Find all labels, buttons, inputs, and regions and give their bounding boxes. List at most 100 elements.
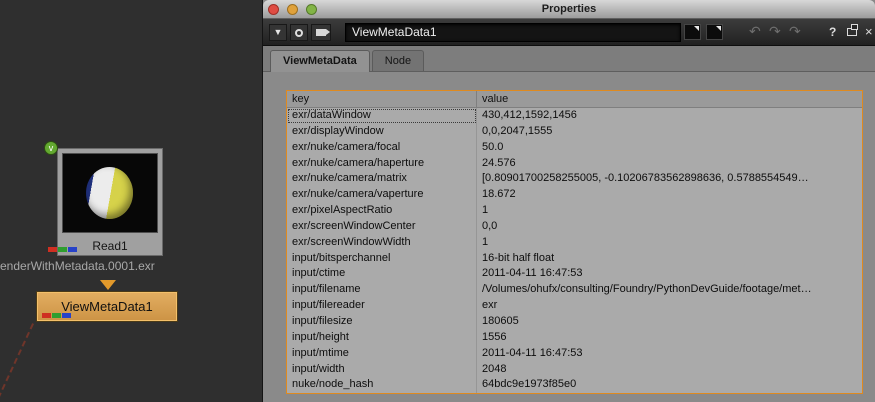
- meta-value-cell[interactable]: 2011-04-11 16:47:53: [477, 266, 862, 282]
- zoom-window-button[interactable]: [306, 4, 317, 15]
- blue-channel-icon: [68, 247, 77, 252]
- column-header-value[interactable]: value: [477, 91, 862, 107]
- table-row[interactable]: exr/screenWindowCenter0,0: [287, 219, 862, 235]
- float-panel-inner-icon: [851, 24, 858, 30]
- table-row[interactable]: exr/screenWindowWidth1: [287, 235, 862, 251]
- table-row[interactable]: exr/nuke/camera/focal50.0: [287, 140, 862, 156]
- read-node-channel-strip: [48, 247, 77, 252]
- meta-key-cell[interactable]: exr/nuke/camera/vaperture: [287, 187, 477, 203]
- center-node-button[interactable]: [311, 24, 331, 41]
- meta-value-cell[interactable]: 24.576: [477, 156, 862, 172]
- meta-value-cell[interactable]: 0,0: [477, 219, 862, 235]
- table-row[interactable]: input/ctime2011-04-11 16:47:53: [287, 266, 862, 282]
- tab-bar: ViewMetaData Node: [263, 46, 875, 72]
- close-panel-button[interactable]: ×: [865, 24, 873, 39]
- table-row[interactable]: input/filename/Volumes/ohufx/consulting/…: [287, 282, 862, 298]
- thumbnail-ball-image: [86, 167, 133, 219]
- read-node[interactable]: Read1: [57, 148, 163, 256]
- panel-header: ▼ ViewMetaData1 ↶ ↷ ↷ ? ×: [263, 19, 875, 46]
- table-row[interactable]: input/mtime2011-04-11 16:47:53: [287, 346, 862, 362]
- read-node-thumbnail: [62, 153, 158, 233]
- table-row[interactable]: input/bitsperchannel16-bit half float: [287, 251, 862, 267]
- meta-value-cell[interactable]: 2048: [477, 362, 862, 378]
- node-color-swatch[interactable]: [684, 24, 701, 40]
- table-row[interactable]: input/height1556: [287, 330, 862, 346]
- meta-key-cell[interactable]: exr/screenWindowCenter: [287, 219, 477, 235]
- table-row[interactable]: exr/nuke/camera/haperture24.576: [287, 156, 862, 172]
- gl-color-swatch[interactable]: [706, 24, 723, 40]
- panel-menu-button[interactable]: ▼: [269, 24, 287, 41]
- column-header-key[interactable]: key: [287, 91, 477, 107]
- meta-key-cell[interactable]: input/bitsperchannel: [287, 251, 477, 267]
- meta-value-cell[interactable]: 1: [477, 203, 862, 219]
- tab-viewmetadata[interactable]: ViewMetaData: [270, 50, 370, 72]
- node-graph[interactable]: Read1 v enderWithMetadata.0001.exr ViewM…: [0, 0, 263, 402]
- meta-value-cell[interactable]: [0.80901700258255005, -0.102067835628986…: [477, 171, 862, 187]
- meta-value-cell[interactable]: 2011-04-11 16:47:53: [477, 346, 862, 362]
- meta-key-cell[interactable]: exr/pixelAspectRatio: [287, 203, 477, 219]
- meta-value-cell[interactable]: 18.672: [477, 187, 862, 203]
- meta-key-cell[interactable]: input/filename: [287, 282, 477, 298]
- minimize-window-button[interactable]: [287, 4, 298, 15]
- meta-key-cell[interactable]: exr/screenWindowWidth: [287, 235, 477, 251]
- metadata-table-body: exr/dataWindow430,412,1592,1456exr/displ…: [287, 108, 862, 393]
- meta-value-cell[interactable]: exr: [477, 298, 862, 314]
- meta-value-cell[interactable]: /Volumes/ohufx/consulting/Foundry/Python…: [477, 282, 862, 298]
- dashed-connection-line: [0, 323, 34, 402]
- meta-key-cell[interactable]: input/ctime: [287, 266, 477, 282]
- meta-key-cell[interactable]: exr/nuke/camera/haperture: [287, 156, 477, 172]
- table-row[interactable]: exr/nuke/camera/vaperture18.672: [287, 187, 862, 203]
- meta-key-cell[interactable]: input/filesize: [287, 314, 477, 330]
- table-row[interactable]: exr/pixelAspectRatio1: [287, 203, 862, 219]
- red-channel-icon: [42, 313, 51, 318]
- swatch-corner-icon: [694, 26, 699, 31]
- meta-key-cell[interactable]: input/height: [287, 330, 477, 346]
- window-titlebar[interactable]: Properties: [263, 0, 875, 19]
- meta-value-cell[interactable]: 180605: [477, 314, 862, 330]
- meta-value-cell[interactable]: 430,412,1592,1456: [477, 108, 862, 124]
- help-button[interactable]: ?: [829, 25, 836, 39]
- properties-window: Properties ▼ ViewMetaData1 ↶ ↷ ↷ ?: [262, 0, 875, 402]
- meta-value-cell[interactable]: 1: [477, 235, 862, 251]
- table-row[interactable]: input/filereaderexr: [287, 298, 862, 314]
- swatch-corner-icon: [716, 26, 721, 31]
- meta-value-cell[interactable]: 1556: [477, 330, 862, 346]
- table-row[interactable]: input/width2048: [287, 362, 862, 378]
- red-channel-icon: [48, 247, 57, 252]
- meta-key-cell[interactable]: exr/dataWindow: [287, 108, 477, 124]
- meta-key-cell[interactable]: exr/nuke/camera/matrix: [287, 171, 477, 187]
- meta-value-cell[interactable]: 16-bit half float: [477, 251, 862, 267]
- undo-icon[interactable]: ↶: [749, 23, 761, 40]
- table-row[interactable]: exr/displayWindow0,0,2047,1555: [287, 124, 862, 140]
- tab-node[interactable]: Node: [372, 50, 424, 71]
- panel-content: key value exr/dataWindow430,412,1592,145…: [263, 72, 875, 402]
- green-channel-icon: [58, 247, 67, 252]
- meta-value-cell[interactable]: 50.0: [477, 140, 862, 156]
- table-row[interactable]: exr/dataWindow430,412,1592,1456: [287, 108, 862, 124]
- node-name-field[interactable]: ViewMetaData1: [345, 23, 681, 42]
- meta-key-cell[interactable]: input/filereader: [287, 298, 477, 314]
- meta-key-cell[interactable]: nuke/node_hash: [287, 377, 477, 393]
- table-row[interactable]: input/filesize180605: [287, 314, 862, 330]
- read-node-filename-label: enderWithMetadata.0001.exr: [0, 259, 195, 273]
- meta-key-cell[interactable]: input/mtime: [287, 346, 477, 362]
- float-panel-icon[interactable]: [847, 28, 857, 36]
- revert-icon[interactable]: ↷: [789, 23, 801, 40]
- pipe-arrow[interactable]: [100, 280, 116, 290]
- nuke-app: Read1 v enderWithMetadata.0001.exr ViewM…: [0, 0, 875, 402]
- node-indicator-button[interactable]: [290, 24, 308, 41]
- meta-key-cell[interactable]: input/width: [287, 362, 477, 378]
- meta-value-cell[interactable]: 64bdc9e1973f85e0: [477, 377, 862, 393]
- meta-value-cell[interactable]: 0,0,2047,1555: [477, 124, 862, 140]
- blue-channel-icon: [62, 313, 71, 318]
- table-row[interactable]: nuke/node_hash64bdc9e1973f85e0: [287, 377, 862, 393]
- close-window-button[interactable]: [268, 4, 279, 15]
- viewmetadata-node-channel-strip: [42, 313, 71, 318]
- redo-icon[interactable]: ↷: [769, 23, 781, 40]
- camera-icon: [316, 29, 326, 36]
- meta-key-cell[interactable]: exr/nuke/camera/focal: [287, 140, 477, 156]
- traffic-lights: [268, 4, 317, 15]
- meta-key-cell[interactable]: exr/displayWindow: [287, 124, 477, 140]
- table-row[interactable]: exr/nuke/camera/matrix[0.809017002582550…: [287, 171, 862, 187]
- viewmetadata-node-label: ViewMetaData1: [61, 299, 153, 314]
